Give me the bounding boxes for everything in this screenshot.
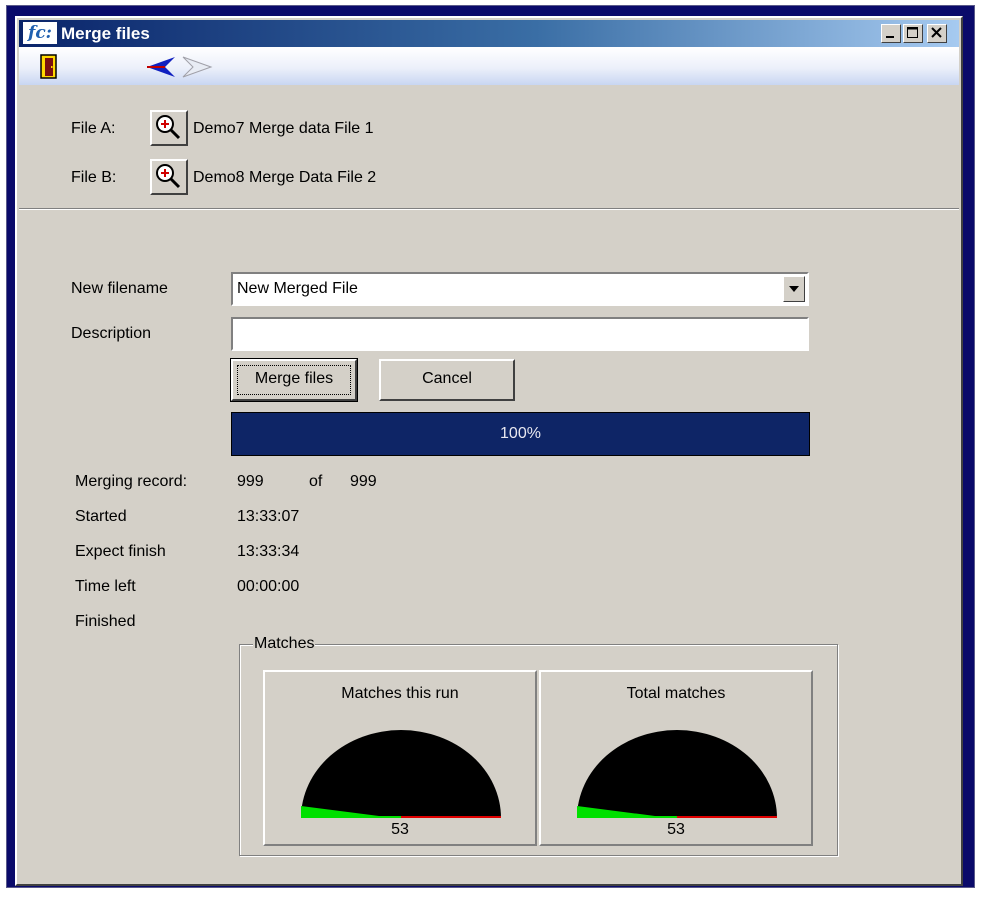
total-matches-value: 53 xyxy=(667,821,685,838)
time-left-value: 00:00:00 xyxy=(237,578,300,595)
minimize-icon xyxy=(886,36,894,38)
title-bar[interactable]: fc: Merge files xyxy=(19,20,959,47)
dropdown-button[interactable] xyxy=(783,276,805,302)
browse-file-b-button[interactable] xyxy=(150,159,188,195)
chevron-down-icon xyxy=(789,286,799,292)
of-text: of xyxy=(309,473,323,490)
window-title: Merge files xyxy=(61,24,150,43)
description-label: Description xyxy=(71,325,152,342)
finished-label: Finished xyxy=(75,613,136,630)
maximize-icon xyxy=(907,27,918,38)
merge-files-button[interactable]: Merge files xyxy=(230,358,358,402)
arrow-back-icon[interactable] xyxy=(145,56,177,78)
toolbar xyxy=(19,47,959,85)
new-filename-value[interactable]: New Merged File xyxy=(237,279,358,299)
started-label: Started xyxy=(75,508,127,525)
close-button[interactable] xyxy=(927,24,947,43)
merge-files-window: fc: Merge files File A: Demo7 Merge data… xyxy=(15,16,963,886)
merging-record-label: Merging record: xyxy=(75,473,188,490)
door-exit-icon[interactable] xyxy=(39,54,59,80)
file-a-label: File A: xyxy=(71,120,116,137)
maximize-button[interactable] xyxy=(903,24,923,43)
browse-file-a-button[interactable] xyxy=(150,110,188,146)
focus-rect xyxy=(237,365,351,395)
expect-finish-value: 13:33:34 xyxy=(237,543,300,560)
matches-this-run-panel: Matches this run 53 xyxy=(263,670,537,846)
close-icon xyxy=(931,27,942,38)
total-matches-panel: Total matches 53 xyxy=(539,670,813,846)
arrow-forward-icon[interactable] xyxy=(181,56,213,78)
total-matches-gauge xyxy=(577,730,777,818)
file-a-name: Demo7 Merge data File 1 xyxy=(193,120,374,137)
progress-bar: 100% xyxy=(231,412,810,456)
new-filename-label: New filename xyxy=(71,280,168,297)
merging-record-current: 999 xyxy=(237,473,264,490)
expect-finish-label: Expect finish xyxy=(75,543,166,560)
magnifier-icon xyxy=(156,115,181,140)
file-b-label: File B: xyxy=(71,169,117,186)
time-left-label: Time left xyxy=(75,578,136,595)
new-filename-combo[interactable]: New Merged File xyxy=(231,272,809,306)
app-logo: fc: xyxy=(23,22,57,44)
started-value: 13:33:07 xyxy=(237,508,300,525)
matches-group-title: Matches xyxy=(253,635,316,653)
file-b-name: Demo8 Merge Data File 2 xyxy=(193,169,377,186)
cancel-button-label: Cancel xyxy=(422,370,472,387)
description-input[interactable] xyxy=(231,317,809,351)
matches-this-run-gauge xyxy=(301,730,501,818)
merging-record-total: 999 xyxy=(350,473,377,490)
cancel-button[interactable]: Cancel xyxy=(379,359,515,401)
file-selection-panel: File A: Demo7 Merge data File 1 File B: … xyxy=(19,85,959,209)
total-matches-title: Total matches xyxy=(626,685,726,702)
magnifier-icon xyxy=(156,164,181,189)
minimize-button[interactable] xyxy=(881,24,901,43)
matches-this-run-value: 53 xyxy=(391,821,409,838)
progress-percent: 100% xyxy=(500,425,541,442)
matches-this-run-title: Matches this run xyxy=(341,685,459,702)
